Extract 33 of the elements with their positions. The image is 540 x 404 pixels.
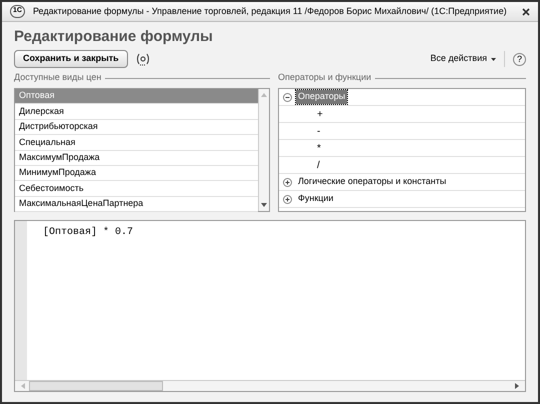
close-icon[interactable] xyxy=(522,8,530,16)
scroll-thumb[interactable] xyxy=(29,381,163,391)
list-row[interactable]: Специальная xyxy=(15,135,258,151)
tree-item[interactable]: + xyxy=(317,106,323,122)
tree-item[interactable]: * xyxy=(317,140,321,156)
formula-icon[interactable] xyxy=(136,52,150,66)
tree-item[interactable]: Логические операторы и константы xyxy=(296,175,448,189)
save-button[interactable]: Сохранить и закрыть xyxy=(14,50,128,68)
list-row[interactable]: МаксимальнаяЦенаПартнера xyxy=(15,196,258,212)
tree-item[interactable]: / xyxy=(317,158,320,172)
list-row[interactable]: Дилерская xyxy=(15,104,258,120)
all-actions-menu[interactable]: Все действия xyxy=(430,52,496,66)
tree-item[interactable]: - xyxy=(317,124,320,138)
window-title: Редактирование формулы - Управление торговлей, редакция 11 /Федоров Борис Михайлович/ (1С:Предприятие) xyxy=(32,4,508,18)
group-label: Операторы и функции xyxy=(278,71,372,84)
group-label: Доступные виды цен xyxy=(14,71,102,84)
formula-editor[interactable]: [Оптовая] * 0.7 xyxy=(14,220,526,392)
list-row[interactable]: МаксимумПродажа xyxy=(15,150,258,166)
list-row[interactable]: МинимумПродажа xyxy=(15,166,258,182)
formula-text: [Оптовая] * 0.7 xyxy=(42,226,134,240)
expand-icon[interactable] xyxy=(283,178,292,186)
help-button[interactable]: ? xyxy=(513,52,526,66)
list-row[interactable]: Себестоимость xyxy=(15,181,258,197)
collapse-icon[interactable] xyxy=(283,92,292,102)
expand-icon[interactable] xyxy=(283,194,292,204)
horizontal-scrollbar[interactable] xyxy=(15,380,525,391)
list-row[interactable]: Дистрибьюторская xyxy=(15,120,258,136)
tree-item[interactable]: Функции xyxy=(296,192,336,206)
form-heading: Редактирование формулы xyxy=(14,27,214,47)
caret-icon xyxy=(491,58,496,60)
tree-item[interactable]: Операторы xyxy=(296,90,348,104)
scroll-down-icon[interactable] xyxy=(261,203,267,207)
scrollbar[interactable] xyxy=(258,89,269,211)
